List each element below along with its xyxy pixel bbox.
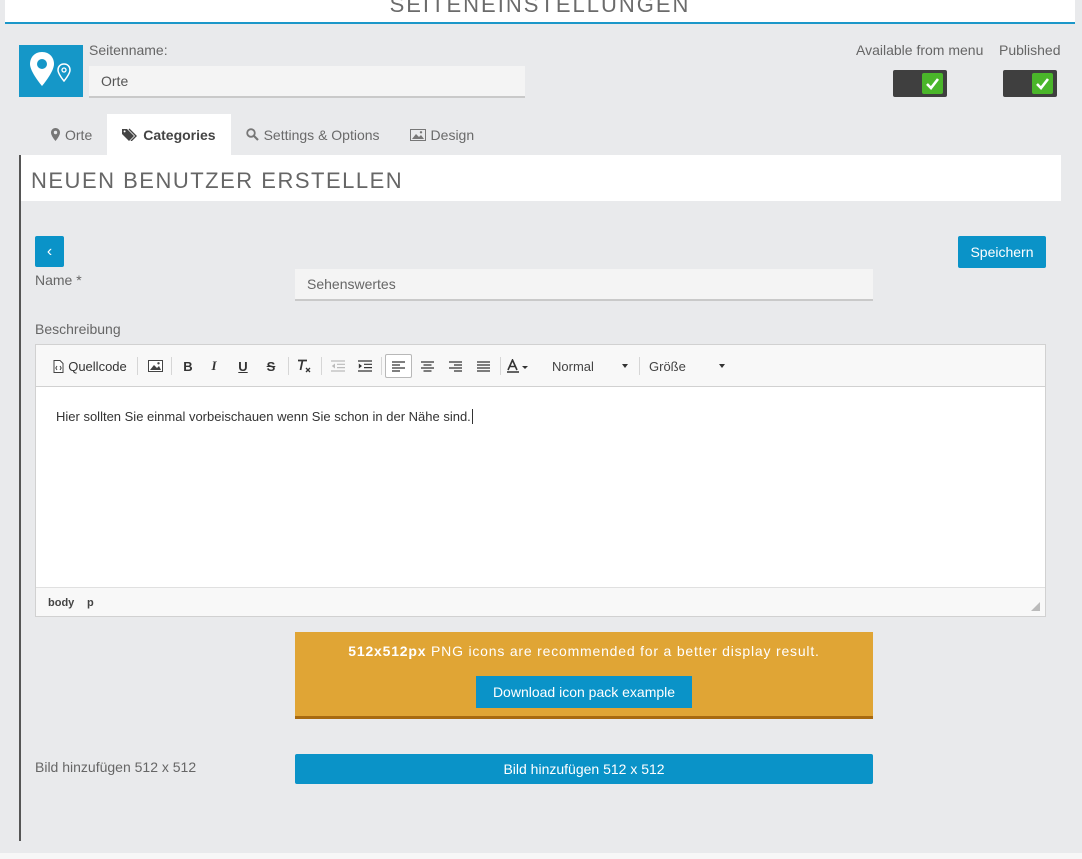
- align-center-button[interactable]: [415, 354, 439, 378]
- bold-icon: B: [183, 358, 193, 374]
- path-item-body[interactable]: body: [48, 597, 74, 609]
- search-icon: [245, 128, 259, 141]
- tab-categories[interactable]: Categories: [107, 114, 231, 155]
- image-icon: [147, 360, 163, 372]
- panel-border: [19, 155, 21, 841]
- download-icon-pack-button[interactable]: Download icon pack example: [476, 676, 692, 708]
- name-label: Name *: [35, 272, 82, 288]
- align-right-icon: [448, 360, 462, 372]
- notice-bold-text: 512x512px: [348, 643, 427, 659]
- notice-text: 512x512px PNG icons are recommended for …: [295, 643, 873, 659]
- tags-icon: [122, 128, 138, 141]
- outdent-icon: [331, 360, 345, 372]
- format-value: Normal: [552, 358, 594, 374]
- align-justify-icon: [476, 360, 490, 372]
- toolbar-separator: [171, 357, 172, 375]
- image-icon: [409, 128, 426, 141]
- tab-orte[interactable]: Orte: [36, 114, 107, 155]
- save-button[interactable]: Speichern: [958, 236, 1046, 268]
- rich-text-editor: Quellcode B I U S Normal Größe Hier soll…: [35, 344, 1046, 617]
- text-color-button[interactable]: [505, 354, 533, 378]
- page-name-label: Seitenname:: [89, 42, 168, 58]
- tab-design-label: Design: [430, 126, 475, 143]
- tab-settings-label: Settings & Options: [263, 126, 380, 143]
- text-caret: [471, 409, 473, 424]
- available-from-menu-toggle[interactable]: [893, 70, 947, 97]
- indent-button[interactable]: [353, 354, 377, 378]
- strikethrough-button[interactable]: S: [259, 354, 283, 378]
- page-header-bar: Seiteneinstellungen: [5, 0, 1075, 24]
- align-right-button[interactable]: [443, 354, 467, 378]
- published-label: Published: [999, 42, 1061, 58]
- chevron-down-icon: [622, 364, 628, 368]
- page-name-input[interactable]: [89, 66, 525, 98]
- description-label: Beschreibung: [35, 321, 121, 337]
- notice-message: PNG icons are recommended for a better d…: [426, 643, 820, 659]
- available-from-menu-label: Available from menu: [856, 42, 984, 58]
- source-button[interactable]: Quellcode: [48, 354, 132, 378]
- tab-orte-label: Orte: [65, 126, 93, 143]
- page-footer-strip: [0, 853, 1082, 859]
- tab-categories-label: Categories: [143, 126, 216, 143]
- tab-settings[interactable]: Settings & Options: [231, 114, 395, 155]
- add-image-label: Bild hinzufügen 512 x 512: [35, 759, 197, 775]
- toolbar-separator: [321, 357, 322, 375]
- remove-format-icon: [296, 359, 312, 374]
- path-item-p[interactable]: p: [87, 597, 94, 609]
- bold-button[interactable]: B: [176, 354, 200, 378]
- tab-bar: Orte Categories Settings & Options Desig…: [36, 114, 489, 155]
- underline-button[interactable]: U: [231, 354, 255, 378]
- published-toggle[interactable]: [1003, 70, 1057, 97]
- text-color-icon: [507, 359, 531, 373]
- check-icon: [922, 73, 943, 94]
- source-label: Quellcode: [68, 358, 127, 374]
- editor-content[interactable]: Hier sollten Sie einmal vorbeischauen we…: [56, 409, 473, 424]
- align-center-icon: [420, 360, 434, 372]
- map-marker-icon: [51, 128, 60, 141]
- tab-design[interactable]: Design: [395, 114, 490, 155]
- page-header-title: Seiteneinstellungen: [389, 0, 691, 17]
- toolbar-separator: [137, 357, 138, 375]
- format-dropdown[interactable]: Normal: [552, 354, 632, 378]
- align-left-icon: [392, 360, 405, 372]
- italic-icon: I: [211, 358, 217, 373]
- insert-image-button[interactable]: [143, 354, 167, 378]
- source-icon: [53, 359, 64, 373]
- page-header: Seiteneinstellungen: [0, 0, 1082, 24]
- italic-button[interactable]: I: [202, 354, 226, 378]
- icon-recommendation-notice: 512x512px PNG icons are recommended for …: [295, 632, 873, 719]
- size-dropdown[interactable]: Größe: [649, 354, 729, 378]
- map-marker-icon[interactable]: [19, 45, 83, 97]
- outdent-button[interactable]: [326, 354, 350, 378]
- size-value: Größe: [649, 358, 686, 374]
- toolbar-separator: [639, 357, 640, 375]
- back-button[interactable]: ‹: [35, 236, 64, 267]
- toolbar-separator: [288, 357, 289, 375]
- align-justify-button[interactable]: [471, 354, 495, 378]
- check-icon: [1032, 73, 1053, 94]
- editor-statusbar: body p: [36, 587, 1045, 616]
- align-left-button[interactable]: [385, 354, 412, 378]
- chevron-down-icon: [719, 364, 725, 368]
- strikethrough-icon: S: [266, 358, 276, 374]
- underline-icon: U: [238, 358, 248, 374]
- indent-icon: [358, 360, 372, 372]
- name-input[interactable]: [295, 269, 873, 301]
- editor-text: Hier sollten Sie einmal vorbeischauen we…: [56, 409, 471, 424]
- section-title: Neuen Benutzer erstellen: [31, 168, 404, 193]
- editor-toolbar: Quellcode B I U S Normal Größe: [36, 345, 1045, 387]
- toolbar-separator: [500, 357, 501, 375]
- panel-header: Neuen Benutzer erstellen: [21, 155, 1061, 201]
- toolbar-separator: [381, 357, 382, 375]
- add-image-button[interactable]: Bild hinzufügen 512 x 512: [295, 754, 873, 784]
- resize-handle-icon[interactable]: [1031, 602, 1040, 611]
- remove-format-button[interactable]: [292, 354, 316, 378]
